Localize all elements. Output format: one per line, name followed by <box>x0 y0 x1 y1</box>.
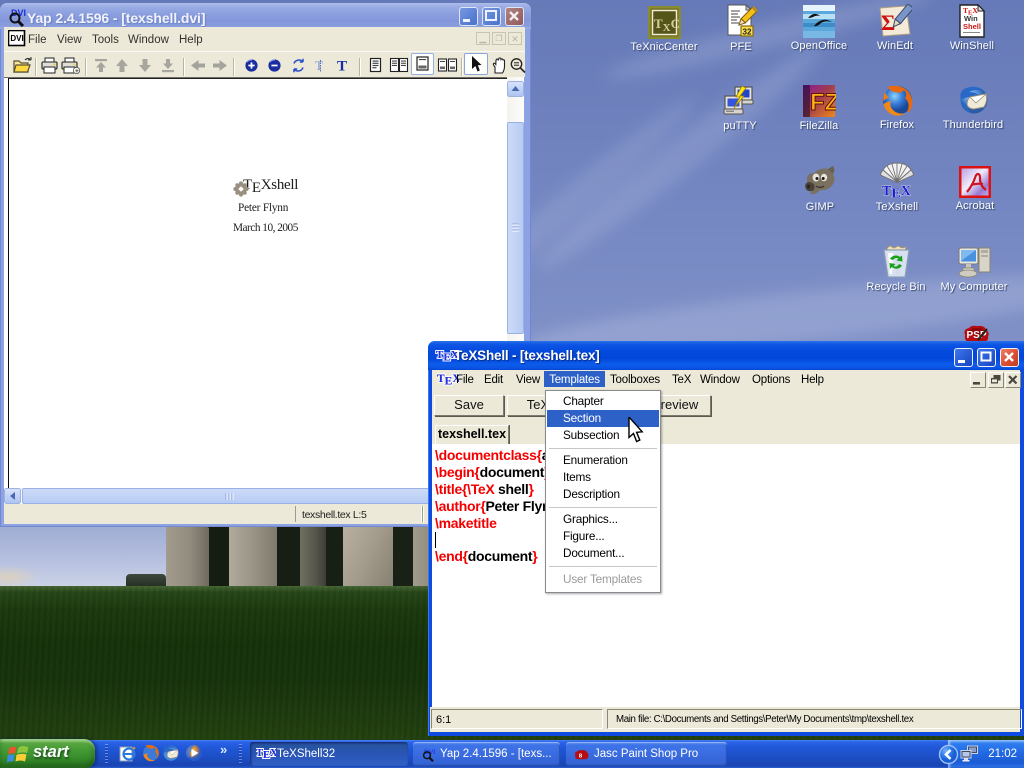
svg-text:Shell: Shell <box>963 22 981 31</box>
svg-text:FZ: FZ <box>810 89 836 116</box>
svg-text:DVI: DVI <box>10 34 23 43</box>
svg-text:T: T <box>315 58 323 73</box>
svg-text:Σ: Σ <box>881 10 895 35</box>
svg-text:+: + <box>75 68 79 74</box>
svg-text:TEX: TEX <box>256 748 276 761</box>
svg-text:TEX: TEX <box>882 184 911 199</box>
svg-text:T: T <box>337 59 347 75</box>
svg-text:32: 32 <box>743 28 752 37</box>
